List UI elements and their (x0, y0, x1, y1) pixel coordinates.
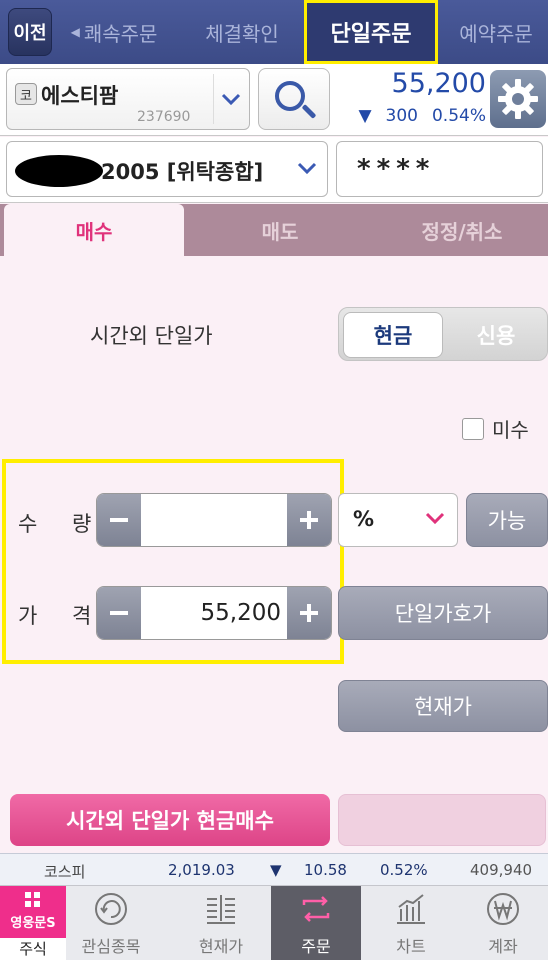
quantity-unit-select[interactable]: % (338, 493, 458, 547)
session-label: 시간외 단일가 (90, 324, 213, 348)
chevron-down-icon[interactable] (213, 74, 247, 124)
settings-button[interactable] (490, 70, 546, 128)
change-percent: 0.54% (431, 106, 486, 126)
price-list-icon (207, 895, 235, 924)
down-arrow-icon: ▼ (358, 106, 372, 126)
misu-label: 미수 (492, 418, 529, 442)
back-button[interactable]: 이전 (8, 8, 52, 56)
account-selector[interactable]: 2005 [위탁종합] (6, 141, 328, 197)
stock-selector[interactable]: 코 에스티팜 237690 (6, 68, 250, 130)
password-field[interactable]: **** (336, 141, 543, 197)
available-button[interactable]: 가능 (466, 493, 548, 547)
change-value: 300 (385, 106, 418, 126)
chart-icon (397, 894, 425, 924)
exchange-icon (302, 896, 330, 922)
current-price: 55,200 (391, 68, 486, 99)
chevron-down-icon (425, 506, 445, 530)
nav-stock-label: 주식 (0, 938, 66, 960)
minus-icon (110, 611, 128, 615)
payment-type-toggle: 현금 신용 (338, 307, 548, 361)
price-stepper: 55,200 (96, 586, 332, 640)
nav-account[interactable]: 계좌 (458, 886, 548, 960)
submit-buy-button[interactable]: 시간외 단일가 현금매수 (10, 794, 330, 846)
left-triangle-icon: ◀ (70, 25, 80, 39)
redacted-account-number (15, 155, 103, 187)
won-icon (487, 893, 519, 925)
top-nav: 이전 ◀ 쾌속주문 체결확인 단일주문 예약주문 (0, 0, 548, 64)
nav-order[interactable]: 주문 (271, 886, 361, 960)
price-plus-button[interactable] (287, 587, 331, 639)
bottom-nav: 영웅문S 주식 관심종목 현재가 주문 차트 계좌 (0, 885, 548, 960)
search-button[interactable] (258, 68, 330, 130)
tab-sell[interactable]: 매도 (190, 204, 370, 256)
index-value: 2,019.03 (168, 861, 235, 879)
single-price-quote-button[interactable]: 단일가호가 (338, 586, 548, 640)
order-type-tabs: 매수 매도 정정/취소 (0, 204, 548, 256)
index-name: 코스피 (44, 863, 86, 881)
refresh-circle-icon (95, 893, 127, 925)
tab-quick-order[interactable]: ◀ 쾌속주문 (56, 0, 172, 64)
price-change: ▼ 300 0.54% (358, 106, 486, 126)
nav-chart[interactable]: 차트 (366, 886, 456, 960)
index-change: 10.58 (304, 861, 347, 879)
quantity-minus-button[interactable] (97, 494, 141, 546)
account-number: 2005 [위탁종합] (101, 160, 264, 184)
chevron-down-icon[interactable] (297, 156, 317, 180)
payment-credit-option[interactable]: 신용 (443, 312, 548, 358)
unit-value: % (353, 507, 375, 531)
stock-name: 에스티팜 (41, 84, 119, 108)
quantity-plus-button[interactable] (287, 494, 331, 546)
price-minus-button[interactable] (97, 587, 141, 639)
nav-stock[interactable]: 영웅문S 주식 (0, 886, 66, 960)
minus-icon (110, 518, 128, 522)
tab-execution-check[interactable]: 체결확인 (180, 0, 304, 64)
tab-reservation-order[interactable]: 예약주문 (444, 0, 548, 64)
current-price-button[interactable]: 현재가 (338, 680, 548, 732)
nav-watchlist[interactable]: 관심종목 (66, 886, 156, 960)
price-label: 가 격 (18, 604, 106, 628)
tab-buy[interactable]: 매수 (4, 204, 184, 256)
payment-cash-option[interactable]: 현금 (343, 312, 443, 358)
account-bar: 2005 [위탁종합] **** (0, 137, 548, 203)
tab-single-order[interactable]: 단일주문 (304, 0, 438, 64)
stock-code: 237690 (137, 109, 191, 125)
plus-icon (300, 511, 318, 529)
nav-current-price[interactable]: 현재가 (176, 886, 266, 960)
market-badge: 코 (15, 83, 37, 105)
quantity-label: 수 량 (18, 512, 106, 536)
quantity-input[interactable] (145, 494, 281, 546)
index-ticker[interactable]: 코스피 2,019.03 ▼ 10.58 0.52% 409,940 (0, 853, 548, 885)
price-input[interactable]: 55,200 (145, 587, 281, 639)
index-volume: 409,940 (470, 861, 533, 879)
tab-modify-cancel[interactable]: 정정/취소 (376, 204, 548, 256)
quantity-stepper (96, 493, 332, 547)
gear-icon (498, 79, 538, 119)
misu-checkbox-group[interactable]: 미수 (462, 414, 529, 443)
down-arrow-icon: ▼ (270, 861, 282, 879)
misu-checkbox[interactable] (462, 417, 484, 440)
index-change-percent: 0.52% (380, 861, 428, 879)
search-icon (275, 81, 305, 111)
app-logo: 영웅문S (10, 916, 56, 931)
empty-action-box (338, 794, 546, 846)
stock-info-bar: 코 에스티팜 237690 55,200 ▼ 300 0.54% (0, 64, 548, 136)
grid-icon (25, 892, 40, 907)
plus-icon (300, 604, 318, 622)
